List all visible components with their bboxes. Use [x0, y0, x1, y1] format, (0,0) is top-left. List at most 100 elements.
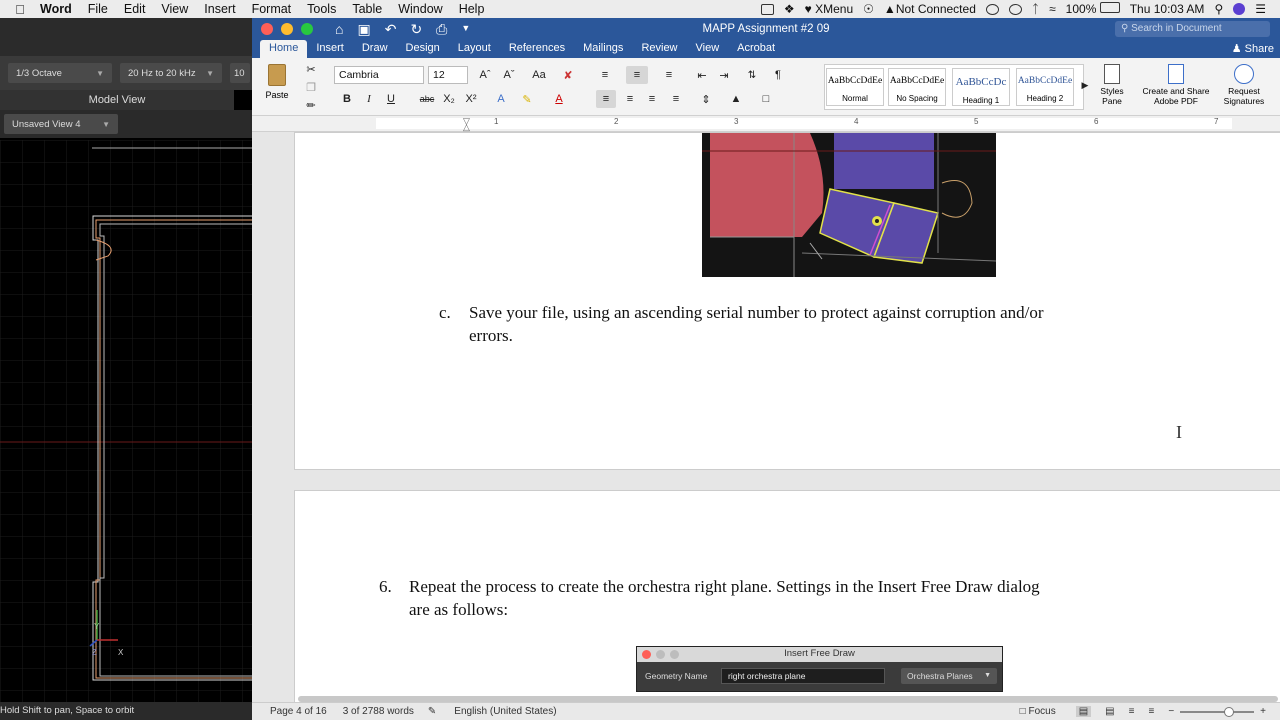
menu-view[interactable]: View	[161, 2, 188, 16]
paste-button[interactable]: Paste	[260, 62, 294, 108]
dropbox-icon[interactable]: ❖	[784, 2, 795, 16]
tab-acrobat[interactable]: Acrobat	[728, 40, 784, 58]
copy-icon[interactable]: ❐	[304, 78, 318, 96]
align-left-icon[interactable]: ≡	[596, 90, 616, 108]
grow-font-icon[interactable]: Aˆ	[474, 66, 496, 84]
menu-format[interactable]: Format	[252, 2, 292, 16]
wifi-icon[interactable]: ≈	[1049, 2, 1056, 16]
tab-draw[interactable]: Draw	[353, 40, 397, 58]
language[interactable]: English (United States)	[454, 706, 556, 717]
model-canvas[interactable]: Y Z X	[0, 140, 252, 702]
notification-center-icon[interactable]: ☰	[1255, 2, 1266, 16]
zoom-out-button[interactable]: −	[1168, 706, 1174, 717]
bluetooth-icon[interactable]: ᛏ	[1032, 2, 1039, 16]
increase-indent-icon[interactable]: ⇥	[714, 66, 734, 84]
superscript-icon[interactable]: X²	[462, 90, 480, 108]
menu-tools[interactable]: Tools	[307, 2, 336, 16]
proofing-icon[interactable]: ✎	[428, 706, 436, 717]
document-area[interactable]: c. Save your file, using an ascending se…	[252, 132, 1280, 704]
shrink-font-icon[interactable]: Aˇ	[498, 66, 520, 84]
styles-pane-button[interactable]: Styles Pane	[1094, 62, 1130, 112]
change-case-icon[interactable]: Aa	[526, 66, 552, 84]
borders-icon[interactable]: □	[756, 90, 776, 108]
menu-file[interactable]: File	[88, 2, 108, 16]
horizontal-ruler[interactable]: 1 2 3 4 5 6 7 ▽ △	[252, 116, 1280, 132]
shading-icon[interactable]: ▲	[726, 90, 746, 108]
network-status[interactable]: ▲Not Connected	[884, 2, 976, 16]
zoom-in-button[interactable]: +	[1260, 706, 1266, 717]
battery-status[interactable]: 100%	[1066, 2, 1120, 16]
siri-icon[interactable]	[1233, 3, 1246, 15]
sort-icon[interactable]: ⇅	[742, 66, 762, 84]
apple-icon[interactable]: 	[0, 2, 40, 17]
extra-dropdown[interactable]: 10	[230, 63, 250, 83]
styles-pane-icon	[1104, 64, 1120, 84]
spotlight-icon[interactable]: ⚲	[1214, 2, 1223, 16]
accessibility-icon[interactable]: ☉	[863, 2, 874, 16]
menu-table[interactable]: Table	[352, 2, 382, 16]
request-signatures-button[interactable]: Request Signatures	[1216, 62, 1272, 112]
share-button[interactable]: ♟ Share	[1232, 41, 1280, 58]
style-no-spacing[interactable]: AaBbCcDdEe No Spacing	[888, 68, 946, 106]
bold-icon[interactable]: B	[338, 90, 356, 108]
font-name-field[interactable]: Cambria	[334, 66, 424, 84]
decrease-indent-icon[interactable]: ⇤	[692, 66, 712, 84]
tab-mailings[interactable]: Mailings	[574, 40, 632, 58]
zoom-slider[interactable]	[1180, 706, 1255, 717]
subscript-icon[interactable]: X₂	[440, 90, 458, 108]
bullets-icon[interactable]: ≡	[594, 66, 616, 84]
menu-help[interactable]: Help	[459, 2, 485, 16]
frequency-dropdown[interactable]: 20 Hz to 20 kHz ▼	[120, 63, 222, 83]
line-spacing-icon[interactable]: ⇕	[696, 90, 716, 108]
zoom-slider-thumb[interactable]	[1224, 706, 1235, 717]
menu-edit[interactable]: Edit	[124, 2, 146, 16]
tab-review[interactable]: Review	[632, 40, 686, 58]
draft-view-icon[interactable]: ≡	[1148, 706, 1154, 717]
highlighter-icon[interactable]: ✎	[518, 90, 536, 108]
font-size-field[interactable]: 12	[428, 66, 468, 84]
word-count[interactable]: 3 of 2788 words	[343, 706, 414, 717]
style-heading-1[interactable]: AaBbCcDc Heading 1	[952, 68, 1010, 106]
xmenu-menu[interactable]: ♥ XMenu	[805, 2, 854, 16]
show-formatting-icon[interactable]: ¶	[768, 66, 788, 84]
justify-icon[interactable]: ≡	[666, 90, 686, 108]
tab-design[interactable]: Design	[397, 40, 449, 58]
styles-more-icon[interactable]: ▶	[1080, 76, 1090, 94]
format-painter-icon[interactable]: ✏	[304, 96, 318, 114]
print-layout-icon[interactable]: ▤	[1075, 706, 1092, 717]
camera-icon[interactable]	[760, 3, 774, 15]
tab-view[interactable]: View	[687, 40, 729, 58]
search-in-document-input[interactable]: ⚲ Search in Document	[1115, 21, 1270, 37]
time-machine-icon[interactable]	[1008, 3, 1022, 15]
align-right-icon[interactable]: ≡	[642, 90, 662, 108]
clear-formatting-icon[interactable]: ✘	[558, 66, 578, 84]
create-share-pdf-button[interactable]: Create and Share Adobe PDF	[1138, 62, 1214, 112]
outline-view-icon[interactable]: ≡	[1129, 706, 1135, 717]
tab-home[interactable]: Home	[260, 40, 308, 58]
numbering-icon[interactable]: ≡	[626, 66, 648, 84]
page-count[interactable]: Page 4 of 16	[270, 706, 327, 717]
tab-insert[interactable]: Insert	[307, 40, 353, 58]
strikethrough-icon[interactable]: abc	[416, 90, 438, 108]
font-color-icon[interactable]: A	[550, 90, 568, 108]
underline-icon[interactable]: U	[382, 90, 400, 108]
web-layout-icon[interactable]: ▤	[1105, 706, 1114, 717]
style-normal[interactable]: AaBbCcDdEe Normal	[826, 68, 884, 106]
cut-icon[interactable]: ✂	[304, 60, 318, 78]
italic-icon[interactable]: I	[360, 90, 378, 108]
saved-view-dropdown[interactable]: Unsaved View 4 ▼	[4, 114, 118, 134]
tab-layout[interactable]: Layout	[449, 40, 500, 58]
clock[interactable]: Thu 10:03 AM	[1130, 2, 1205, 16]
menu-window[interactable]: Window	[398, 2, 442, 16]
menu-insert[interactable]: Insert	[204, 2, 235, 16]
style-heading-2[interactable]: AaBbCcDdEe Heading 2	[1016, 68, 1074, 106]
resolution-dropdown[interactable]: 1/3 Octave ▼	[8, 63, 112, 83]
text-effects-icon[interactable]: A	[492, 90, 510, 108]
cloud-icon[interactable]	[985, 3, 999, 15]
tab-references[interactable]: References	[500, 40, 574, 58]
multilevel-list-icon[interactable]: ≡	[658, 66, 680, 84]
heart-icon: ♥	[804, 2, 812, 16]
align-center-icon[interactable]: ≡	[620, 90, 640, 108]
focus-button[interactable]: □ Focus	[1020, 706, 1056, 717]
menu-app[interactable]: Word	[40, 2, 72, 16]
